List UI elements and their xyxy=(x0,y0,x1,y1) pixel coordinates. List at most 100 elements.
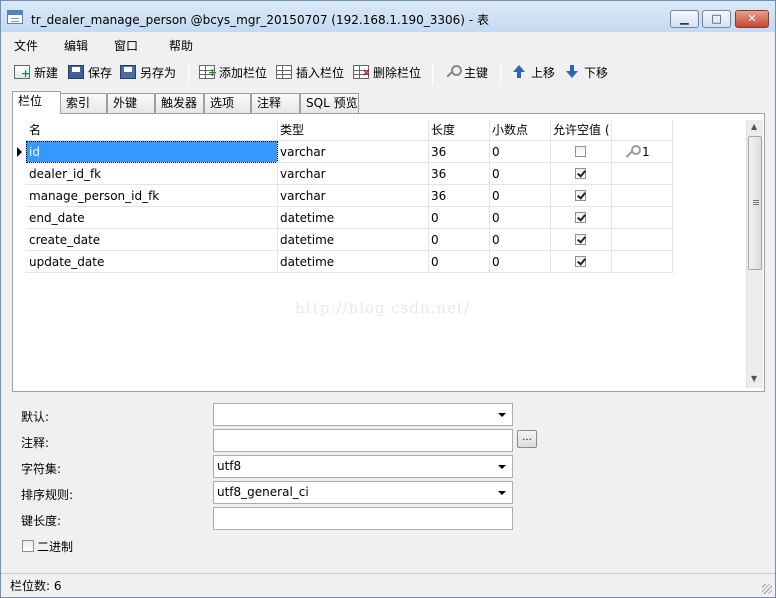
column-header-name[interactable]: 名 xyxy=(26,120,278,141)
nullable-checkbox[interactable] xyxy=(575,146,586,157)
field-nullable-cell[interactable] xyxy=(550,207,612,229)
field-name-cell[interactable]: update_date xyxy=(26,251,278,273)
table-row[interactable]: manage_person_id_fk varchar 36 0 xyxy=(13,185,673,207)
scroll-up-icon[interactable]: ▲ xyxy=(751,122,757,131)
field-decimals-cell[interactable]: 0 xyxy=(489,207,551,229)
field-nullable-cell[interactable] xyxy=(550,229,612,251)
tab-options[interactable]: 选项 xyxy=(204,93,251,113)
field-length-cell[interactable]: 0 xyxy=(428,229,490,251)
vertical-scrollbar[interactable]: ▲ ▼ xyxy=(746,120,763,388)
key-length-input[interactable] xyxy=(213,507,513,530)
field-nullable-cell[interactable] xyxy=(550,141,612,163)
chevron-down-icon[interactable] xyxy=(498,491,506,495)
field-key-cell xyxy=(611,229,673,251)
field-name-cell[interactable]: id xyxy=(26,141,278,163)
column-header-decimals[interactable]: 小数点 xyxy=(489,120,551,141)
comment-input[interactable] xyxy=(213,429,513,452)
chevron-down-icon[interactable] xyxy=(498,413,506,417)
insert-column-button[interactable]: 插入栏位 xyxy=(276,64,344,82)
column-header-length[interactable]: 长度 xyxy=(428,120,490,141)
scroll-down-icon[interactable]: ▼ xyxy=(751,374,757,383)
column-header-type[interactable]: 类型 xyxy=(277,120,429,141)
field-length-cell[interactable]: 36 xyxy=(428,185,490,207)
add-column-button[interactable]: 添加栏位 xyxy=(199,64,267,82)
nullable-checkbox[interactable] xyxy=(575,234,586,245)
scrollbar-thumb[interactable] xyxy=(748,136,762,270)
primary-key-icon xyxy=(625,145,641,159)
field-key-cell xyxy=(611,251,673,273)
field-nullable-cell[interactable] xyxy=(550,251,612,273)
menu-window[interactable]: 窗口 xyxy=(114,37,138,54)
menu-file[interactable]: 文件 xyxy=(14,37,38,54)
tab-indexes[interactable]: 索引 xyxy=(60,93,107,113)
primary-key-button[interactable]: 主键 xyxy=(444,64,488,82)
field-key-cell xyxy=(611,185,673,207)
field-decimals-cell[interactable]: 0 xyxy=(489,141,551,163)
save-button[interactable]: 保存 xyxy=(68,64,112,82)
field-type-cell[interactable]: varchar xyxy=(277,185,429,207)
collation-select[interactable]: utf8_general_ci xyxy=(213,481,513,504)
menu-help[interactable]: 帮助 xyxy=(169,37,193,54)
toolbar: 新建 保存 另存为 添加栏位 插入栏位 删除栏位 主键 上移 下移 xyxy=(1,59,775,87)
field-name-cell[interactable]: create_date xyxy=(26,229,278,251)
nullable-checkbox[interactable] xyxy=(575,212,586,223)
field-nullable-cell[interactable] xyxy=(550,185,612,207)
charset-label: 字符集: xyxy=(21,462,62,476)
field-type-cell[interactable]: varchar xyxy=(277,163,429,185)
chevron-down-icon[interactable] xyxy=(498,465,506,469)
field-type-cell[interactable]: varchar xyxy=(277,141,429,163)
new-button[interactable]: 新建 xyxy=(14,64,58,82)
field-nullable-cell[interactable] xyxy=(550,163,612,185)
tab-foreign-keys[interactable]: 外键 xyxy=(107,93,155,113)
field-type-cell[interactable]: datetime xyxy=(277,251,429,273)
minimize-button[interactable]: ▁ xyxy=(670,10,699,28)
field-decimals-cell[interactable]: 0 xyxy=(489,185,551,207)
arrow-down-icon xyxy=(564,65,580,79)
field-decimals-cell[interactable]: 0 xyxy=(489,251,551,273)
move-down-button[interactable]: 下移 xyxy=(564,64,608,82)
binary-checkbox[interactable] xyxy=(22,540,34,552)
toolbar-separator xyxy=(432,63,433,85)
field-length-cell[interactable]: 0 xyxy=(428,207,490,229)
close-button[interactable]: ✕ xyxy=(735,10,769,28)
field-length-cell[interactable]: 36 xyxy=(428,141,490,163)
field-name-cell[interactable]: manage_person_id_fk xyxy=(26,185,278,207)
maximize-button[interactable]: □ xyxy=(702,10,731,28)
field-type-cell[interactable]: datetime xyxy=(277,207,429,229)
field-length-cell[interactable]: 0 xyxy=(428,251,490,273)
charset-select[interactable]: utf8 xyxy=(213,455,513,478)
nullable-checkbox[interactable] xyxy=(575,256,586,267)
field-length-cell[interactable]: 36 xyxy=(428,163,490,185)
field-key-cell xyxy=(611,163,673,185)
tab-comment[interactable]: 注释 xyxy=(251,93,300,113)
column-header-nullable[interactable]: 允许空值 ( xyxy=(550,120,612,141)
binary-label[interactable]: 二进制 xyxy=(37,538,73,555)
default-combobox[interactable] xyxy=(213,403,513,426)
table-row[interactable]: dealer_id_fk varchar 36 0 xyxy=(13,163,673,185)
field-decimals-cell[interactable]: 0 xyxy=(489,163,551,185)
table-row[interactable]: id varchar 36 0 1 xyxy=(13,141,673,163)
tab-fields[interactable]: 栏位 xyxy=(12,91,61,114)
field-name-cell[interactable]: dealer_id_fk xyxy=(26,163,278,185)
field-name-cell[interactable]: end_date xyxy=(26,207,278,229)
menu-edit[interactable]: 编辑 xyxy=(64,37,88,54)
table-icon xyxy=(7,10,23,24)
nullable-checkbox[interactable] xyxy=(575,168,586,179)
field-decimals-cell[interactable]: 0 xyxy=(489,229,551,251)
table-row[interactable]: end_date datetime 0 0 xyxy=(13,207,673,229)
collation-value: utf8_general_ci xyxy=(217,485,309,499)
move-up-button[interactable]: 上移 xyxy=(511,64,555,82)
comment-edit-button[interactable]: ... xyxy=(517,430,537,448)
delete-column-button[interactable]: 删除栏位 xyxy=(353,64,421,82)
save-as-button[interactable]: 另存为 xyxy=(120,64,176,82)
table-row[interactable]: update_date datetime 0 0 xyxy=(13,251,673,273)
field-type-cell[interactable]: datetime xyxy=(277,229,429,251)
tab-triggers[interactable]: 触发器 xyxy=(155,93,204,113)
title-bar[interactable]: tr_dealer_manage_person @bcys_mgr_201507… xyxy=(1,1,775,32)
save-as-icon xyxy=(120,65,136,79)
field-key-cell: 1 xyxy=(611,141,673,163)
resize-grip-icon[interactable] xyxy=(762,584,772,594)
tab-sql-preview[interactable]: SQL 预览 xyxy=(300,93,359,113)
nullable-checkbox[interactable] xyxy=(575,190,586,201)
table-row[interactable]: create_date datetime 0 0 xyxy=(13,229,673,251)
